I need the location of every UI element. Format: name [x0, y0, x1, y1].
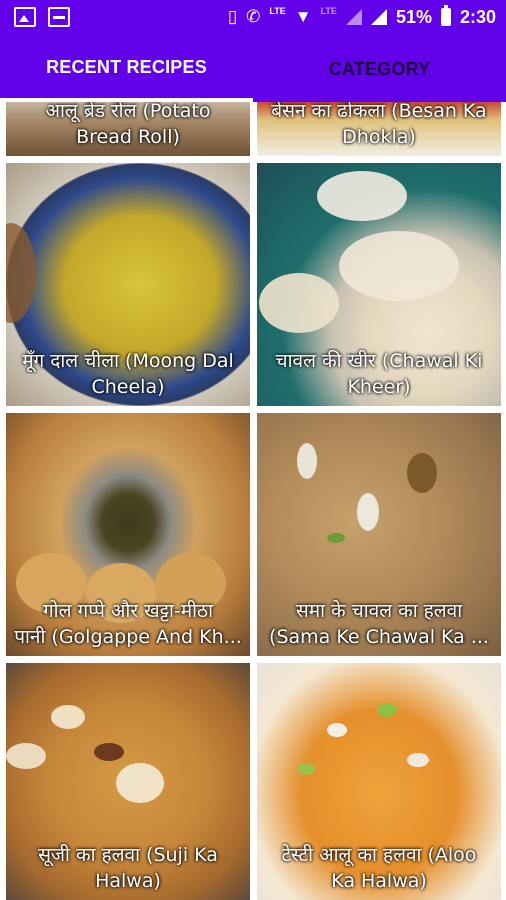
- recipe-card-golgappe[interactable]: गोल गप्पे और खट्टा-मीठा पानी (Golgappe A…: [6, 413, 250, 656]
- tab-bar: RECENT RECIPES CATEGORY: [0, 36, 506, 102]
- wifi-calling-icon: ✆: [246, 7, 261, 26]
- recipe-title: आलू ब्रेड रोल (Potato Bread Roll): [45, 102, 211, 148]
- battery-icon: [440, 5, 451, 26]
- clock-time: 2:30: [459, 6, 496, 27]
- signal-icon: [370, 9, 387, 25]
- status-bar: ▯ ✆ LTE ▼ LTE 51% 2:30: [0, 0, 506, 36]
- recipe-title: टेस्टी आलू का हलवा (Aloo Ka Halwa): [281, 844, 477, 892]
- recipe-card-aloo-halwa[interactable]: टेस्टी आलू का हलवा (Aloo Ka Halwa): [257, 663, 501, 900]
- recipe-card-potato-bread-roll[interactable]: आलू ब्रेड रोल (Potato Bread Roll): [6, 102, 250, 156]
- recipe-title: समा के चावल का हलवा (Sama Ke Chawal Ka .…: [269, 600, 489, 648]
- recipe-title: मूँग दाल चीला (Moong Dal Cheela): [22, 350, 234, 398]
- recipe-title: बेसन का ढोकला (Besan Ka Dhokla): [271, 102, 487, 148]
- battery-percent: 51%: [395, 6, 432, 27]
- tab-recent-recipes[interactable]: RECENT RECIPES: [0, 36, 253, 102]
- signal-icon-secondary: [345, 9, 362, 25]
- recipe-card-suji-halwa[interactable]: सूजी का हलवा (Suji Ka Halwa): [6, 663, 250, 900]
- recipe-title: सूजी का हलवा (Suji Ka Halwa): [38, 844, 218, 892]
- pulse-icon: [48, 7, 70, 27]
- recipe-card-besan-dhokla[interactable]: बेसन का ढोकला (Besan Ka Dhokla): [257, 102, 501, 156]
- recipe-card-chawal-kheer[interactable]: चावल की खीर (Chawal Ki Kheer): [257, 163, 501, 406]
- recipe-card-sama-chawal-halwa[interactable]: समा के चावल का हलवा (Sama Ke Chawal Ka .…: [257, 413, 501, 656]
- lte-label: LTE: [269, 6, 286, 16]
- tab-category[interactable]: CATEGORY: [253, 36, 506, 102]
- image-icon: [14, 7, 36, 27]
- lte-label-secondary: LTE: [320, 6, 337, 16]
- recipe-grid: आलू ब्रेड रोल (Potato Bread Roll) बेसन क…: [0, 102, 506, 900]
- wifi-icon: ▼: [294, 7, 312, 26]
- vibrate-icon: ▯: [227, 7, 238, 26]
- recipe-title: चावल की खीर (Chawal Ki Kheer): [275, 350, 483, 398]
- recipe-title: गोल गप्पे और खट्टा-मीठा पानी (Golgappe A…: [14, 600, 242, 648]
- recipe-card-moong-dal-cheela[interactable]: मूँग दाल चीला (Moong Dal Cheela): [6, 163, 250, 406]
